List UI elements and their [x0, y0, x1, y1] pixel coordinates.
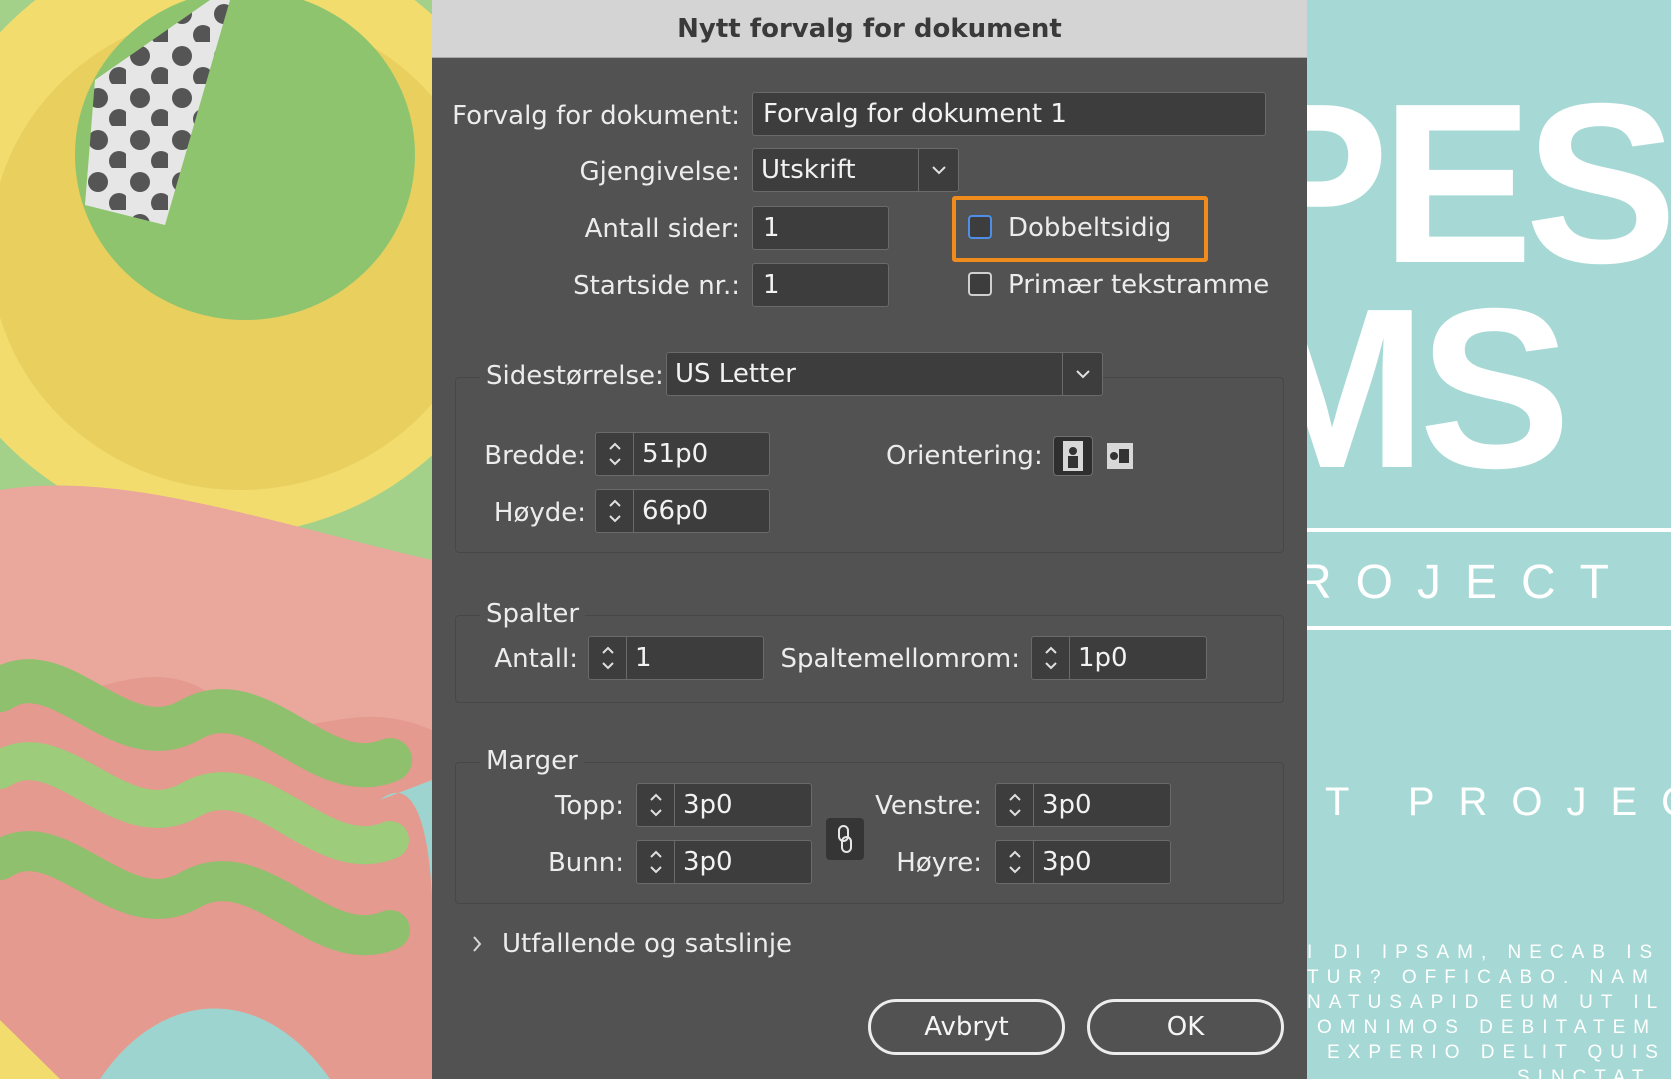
stepper-arrows-icon[interactable]: [589, 637, 627, 679]
poster-body-line: I DI IPSAM, NECAB IS: [1307, 942, 1661, 963]
background-artwork-left: [0, 0, 432, 1079]
columns-title: Spalter: [480, 598, 586, 630]
page-size-label: Sidestørrelse:: [480, 360, 670, 392]
preset-name-input[interactable]: Forvalg for dokument 1: [752, 92, 1266, 136]
landscape-icon: [1107, 443, 1133, 469]
columns-count-stepper[interactable]: 1: [588, 636, 764, 680]
poster-tagline: T PROJECT: [1325, 780, 1671, 824]
margin-right-label: Høyre:: [896, 848, 982, 878]
portrait-icon: [1063, 441, 1083, 471]
dialog-title-bar[interactable]: Nytt forvalg for dokument: [432, 0, 1307, 58]
stepper-arrows-icon[interactable]: [596, 433, 634, 475]
page-size-dropdown[interactable]: US Letter: [666, 352, 1103, 396]
chevron-down-icon: [918, 149, 958, 191]
margin-left-label: Venstre:: [875, 791, 982, 821]
poster-body-line: TUR? OFFICABO. NAM: [1307, 967, 1656, 988]
height-value: 66p0: [642, 496, 709, 526]
pastel-shapes-illustration: [0, 0, 432, 1079]
link-margins-button[interactable]: [826, 818, 864, 860]
page-size-value: US Letter: [675, 359, 796, 389]
poster-body-line: OMNIMOS DEBITATEM: [1317, 1017, 1658, 1038]
intent-value: Utskrift: [761, 155, 856, 185]
bleed-slug-disclosure[interactable]: Utfallende og satslinje: [470, 928, 792, 960]
margin-bottom-label: Bunn:: [547, 848, 624, 878]
dialog-title: Nytt forvalg for dokument: [677, 13, 1062, 44]
ok-button[interactable]: OK: [1087, 999, 1284, 1055]
margins-title: Marger: [480, 745, 584, 777]
margin-left-stepper[interactable]: 3p0: [995, 783, 1171, 827]
gutter-label: Spaltemellomrom:: [780, 644, 1020, 674]
margin-top-stepper[interactable]: 3p0: [636, 783, 812, 827]
margin-right-value: 3p0: [1042, 847, 1092, 877]
background-artwork-right: PES MS ROJECT T PROJECT I DI IPSAM, NECA…: [1307, 0, 1671, 1079]
poster-rule-bottom: [1307, 626, 1671, 630]
preset-label: Forvalg for dokument:: [452, 101, 740, 131]
landscape-orientation-button[interactable]: [1100, 436, 1140, 476]
bleed-slug-label: Utfallende og satslinje: [502, 929, 793, 959]
margin-top-value: 3p0: [683, 790, 733, 820]
height-label: Høyde:: [493, 498, 586, 528]
stepper-arrows-icon[interactable]: [637, 841, 675, 883]
poster-headline-line2: MS: [1307, 262, 1571, 516]
stepper-arrows-icon[interactable]: [996, 784, 1034, 826]
facing-pages-checkbox[interactable]: [968, 215, 992, 239]
pages-label: Antall sider:: [584, 214, 740, 244]
width-stepper[interactable]: 51p0: [595, 432, 770, 476]
intent-dropdown[interactable]: Utskrift: [752, 148, 959, 192]
height-stepper[interactable]: 66p0: [595, 489, 770, 533]
stepper-arrows-icon[interactable]: [637, 784, 675, 826]
margin-right-stepper[interactable]: 3p0: [995, 840, 1171, 884]
start-page-input[interactable]: 1: [752, 263, 889, 307]
cancel-button[interactable]: Avbryt: [868, 999, 1065, 1055]
intent-label: Gjengivelse:: [579, 157, 740, 187]
poster-body-line: SINCTAT: [1517, 1067, 1652, 1079]
portrait-orientation-button[interactable]: [1053, 436, 1093, 476]
pages-input[interactable]: 1: [752, 206, 889, 250]
width-value: 51p0: [642, 439, 709, 469]
width-label: Bredde:: [484, 441, 586, 471]
chevron-down-icon: [1062, 353, 1102, 395]
columns-count-label: Antall:: [494, 644, 578, 674]
poster-body-line: EXPERIO DELIT QUIS: [1327, 1042, 1666, 1063]
poster-subtitle: ROJECT: [1307, 556, 1633, 609]
orientation-label: Orientering:: [886, 441, 1043, 471]
facing-pages-label: Dobbeltsidig: [1008, 213, 1172, 243]
stepper-arrows-icon[interactable]: [996, 841, 1034, 883]
primary-text-frame-label: Primær tekstramme: [1008, 270, 1270, 300]
margin-bottom-value: 3p0: [683, 847, 733, 877]
margin-top-label: Topp:: [554, 791, 624, 821]
gutter-value: 1p0: [1078, 643, 1128, 673]
margin-left-value: 3p0: [1042, 790, 1092, 820]
gutter-stepper[interactable]: 1p0: [1031, 636, 1207, 680]
margin-bottom-stepper[interactable]: 3p0: [636, 840, 812, 884]
primary-text-frame-checkbox[interactable]: [968, 272, 992, 296]
chevron-right-icon: [473, 936, 482, 952]
stepper-arrows-icon[interactable]: [596, 490, 634, 532]
start-page-label: Startside nr.:: [573, 271, 740, 301]
chain-link-icon: [838, 825, 852, 853]
columns-count-value: 1: [635, 643, 652, 673]
poster-rule-top: [1307, 528, 1671, 532]
poster-body-line: NATUSAPID EUM UT IL: [1307, 992, 1666, 1013]
stepper-arrows-icon[interactable]: [1032, 637, 1070, 679]
